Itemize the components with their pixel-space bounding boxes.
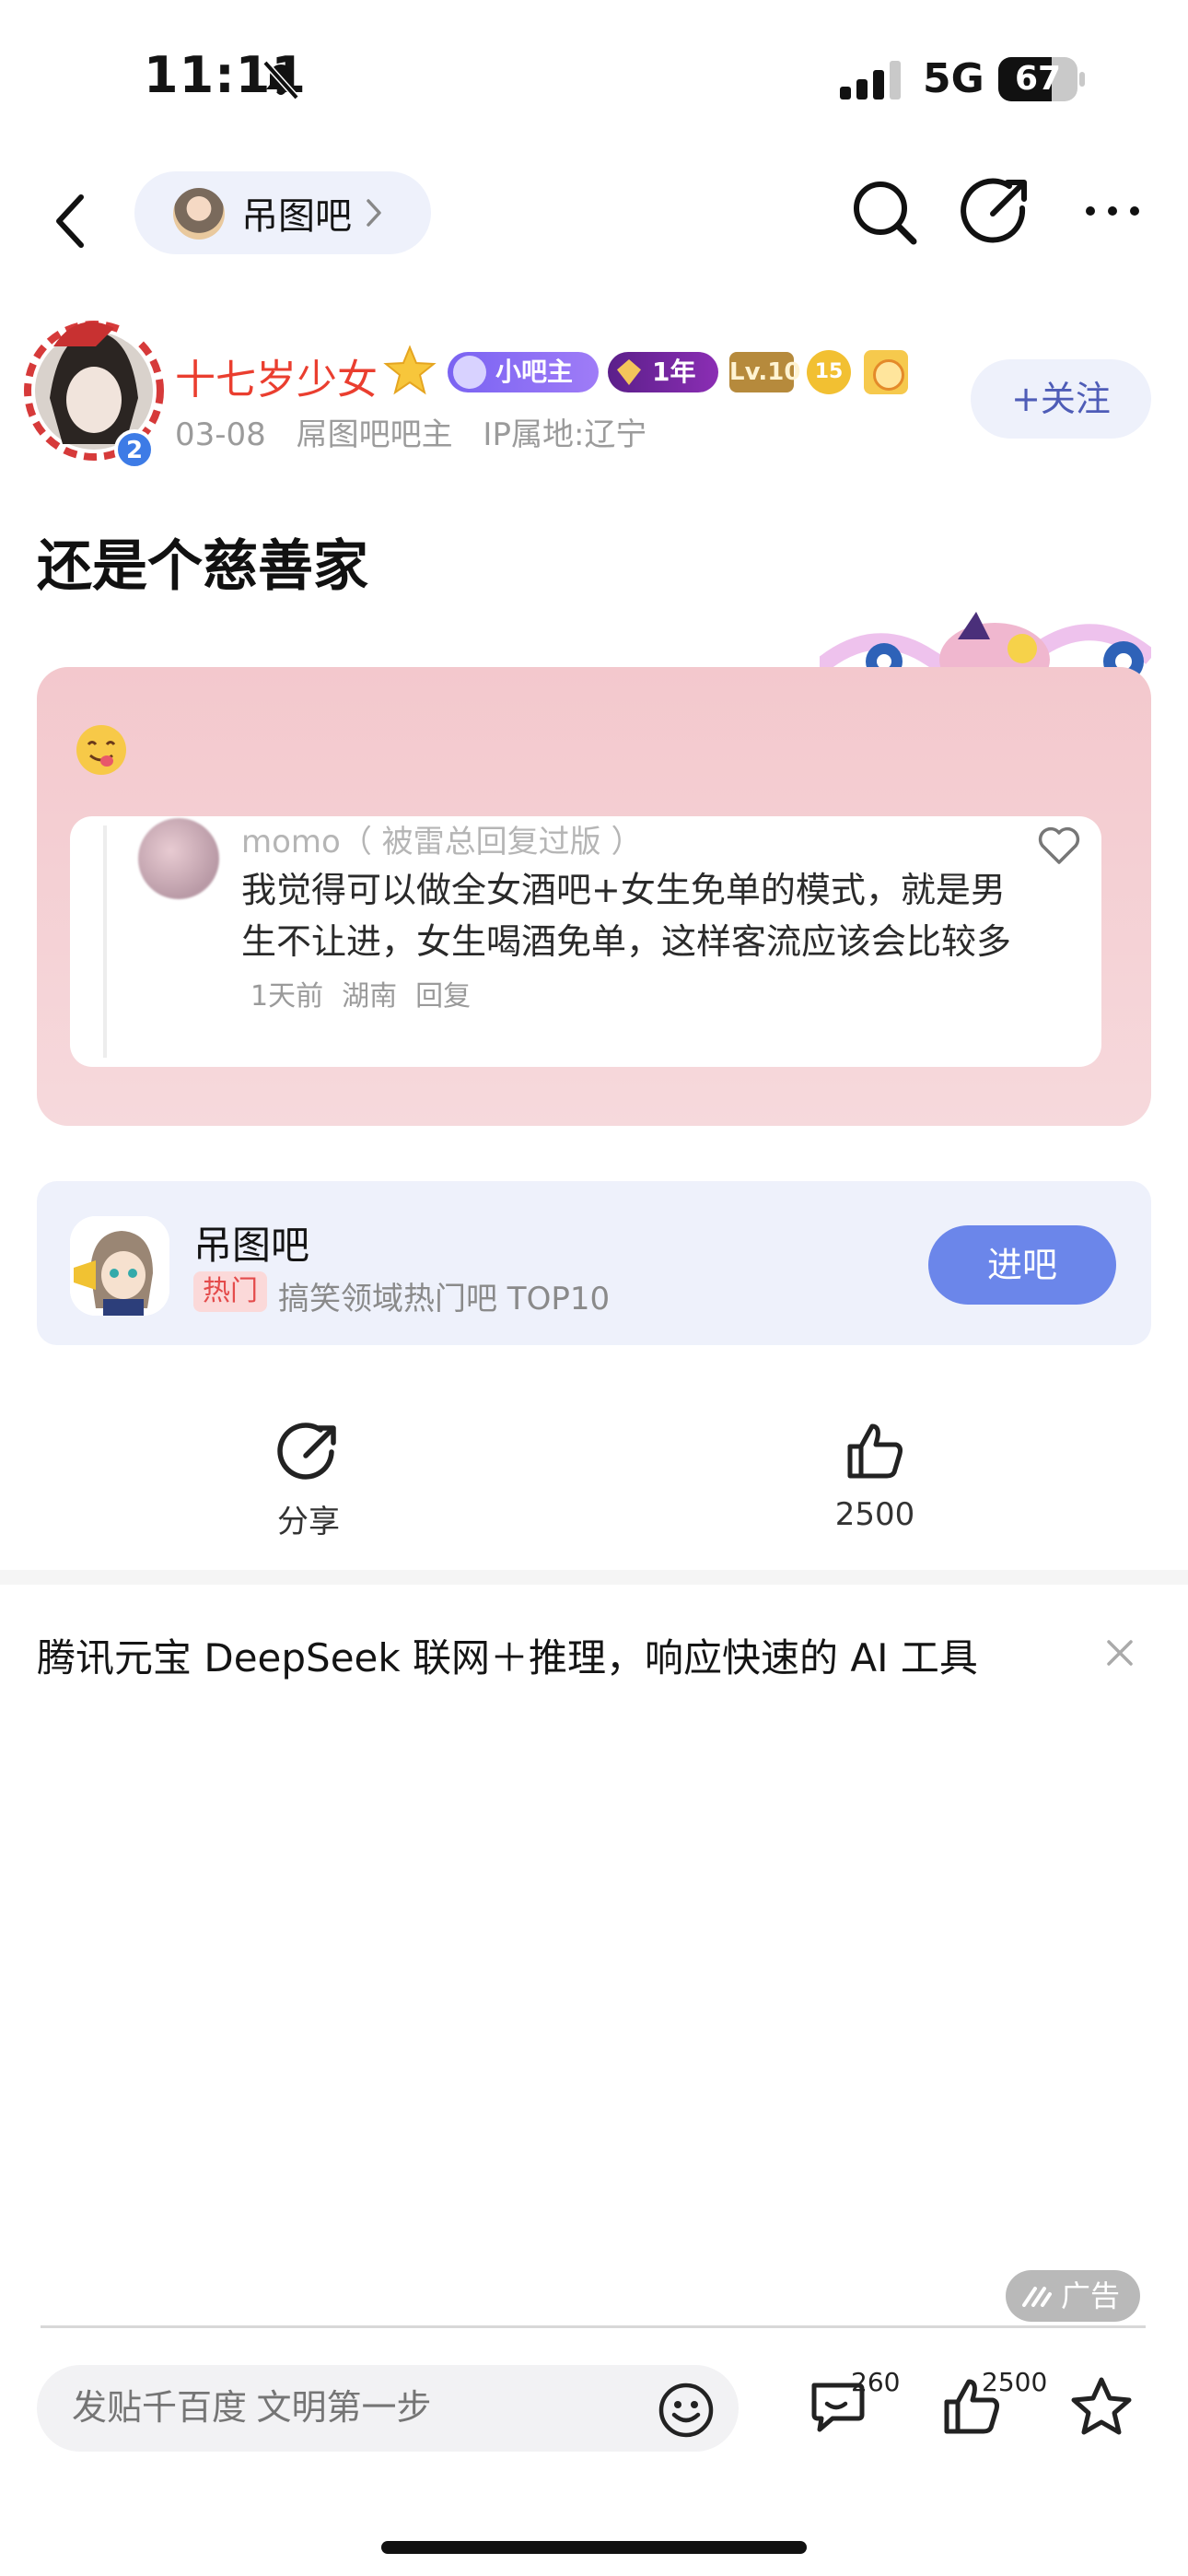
avatar-badge-text: 2 <box>126 437 143 464</box>
post-title: 还是个慈善家 <box>37 534 368 599</box>
forum-card[interactable]: 吊图吧 热门 搞笑领域热门吧 TOP10 进吧 <box>37 1181 1151 1345</box>
search-icon[interactable] <box>847 175 921 249</box>
forum-card-avatar <box>70 1216 169 1316</box>
emoji-icon[interactable] <box>658 2382 715 2439</box>
network-label: 5G <box>923 55 984 102</box>
comment-location: 湖南 <box>342 980 398 1013</box>
forum-card-name: 吊图吧 <box>193 1223 310 1268</box>
level-badge: Lv.10 <box>729 352 800 392</box>
comment-avatar <box>138 818 219 899</box>
medal-badge: 15 <box>807 350 851 394</box>
like-button[interactable]: 2500 <box>820 1419 930 1533</box>
bottom-like-count: 2500 <box>982 2367 1048 2397</box>
favorite-star-icon[interactable] <box>1068 2374 1135 2439</box>
star-icon <box>383 345 437 395</box>
author-name[interactable]: 十七岁少女 <box>175 346 378 405</box>
yummy-emoji-icon <box>76 725 126 775</box>
battery-icon: 67 <box>998 57 1085 101</box>
signal-icon <box>840 61 901 100</box>
bell-slash-icon <box>262 60 299 100</box>
thumbs-up-icon <box>847 1423 903 1479</box>
share-label: 分享 <box>277 1504 340 1540</box>
chevron-right-icon <box>367 199 381 227</box>
post-image-card[interactable]: momo（ 被雷总回复过版 ） 我觉得可以做全女酒吧+女生免单的模式，就是男生不… <box>37 667 1151 1126</box>
reply-input[interactable] <box>37 2365 739 2452</box>
ad-title[interactable]: 腾讯元宝 DeepSeek 联网＋推理，响应快速的 AI 工具 <box>37 1627 978 1683</box>
author-ip: IP属地:辽宁 <box>483 416 647 453</box>
hot-tag: 热门 <box>193 1271 267 1312</box>
ad-mark-icon <box>1022 2287 1052 2307</box>
battery-percent: 67 <box>1014 60 1062 98</box>
comment-meta: 1天前 湖南 回复 <box>250 980 489 1013</box>
author-avatar[interactable]: 2 <box>22 315 164 468</box>
author-meta: 03-08 屌图吧吧主 IP属地:辽宁 <box>175 409 667 454</box>
comment-text: 我觉得可以做全女酒吧+女生免单的模式，就是男生不让进，女生喝酒免单，这样客流应该… <box>241 864 1033 1023</box>
compose-icon[interactable] <box>958 171 1031 249</box>
nav-bar: 吊图吧 <box>0 157 1188 286</box>
comment-screenshot: momo（ 被雷总回复过版 ） 我觉得可以做全女酒吧+女生免单的模式，就是男生不… <box>70 816 1101 1067</box>
share-button[interactable]: 分享 <box>258 1419 359 1541</box>
member-years-badge: 1年 <box>608 352 718 392</box>
ad-badge-label: 广告 <box>1061 2278 1121 2313</box>
comment-count: 260 <box>851 2367 901 2397</box>
enter-forum-button[interactable]: 进吧 <box>928 1225 1116 1305</box>
forum-pill[interactable]: 吊图吧 <box>134 171 431 254</box>
bottom-bar: 260 2500 <box>0 2328 1188 2576</box>
home-indicator[interactable] <box>381 2541 807 2554</box>
author-role: 屌图吧吧主 <box>296 416 453 453</box>
comment-time: 1天前 <box>250 980 324 1013</box>
moderator-badge: 小吧主 <box>448 352 599 392</box>
status-bar: 11:11 5G 67 <box>0 0 1188 157</box>
share-icon <box>277 1423 336 1480</box>
post-date: 03-08 <box>175 416 266 453</box>
follow-button[interactable]: +关注 <box>971 359 1151 439</box>
like-count: 2500 <box>834 1496 915 1533</box>
comment-user: momo（ 被雷总回复过版 ） <box>241 824 643 861</box>
gift-badge <box>864 350 908 394</box>
ad-badge[interactable]: 广告 <box>1006 2270 1140 2322</box>
forum-card-desc: 搞笑领域热门吧 TOP10 <box>278 1281 611 1317</box>
comment-body: 我觉得可以做全女酒吧+女生免单的模式，就是男生不让进，女生喝酒免单，这样客流应该… <box>241 870 1012 962</box>
close-icon[interactable] <box>1103 1636 1136 1669</box>
forum-pill-label: 吊图吧 <box>241 195 352 238</box>
heart-icon <box>1038 826 1080 864</box>
back-chevron-icon[interactable] <box>46 184 101 258</box>
comment-reply: 回复 <box>415 980 472 1013</box>
section-separator <box>0 1570 1188 1585</box>
more-icon[interactable] <box>1083 197 1142 225</box>
forum-avatar <box>173 188 225 240</box>
